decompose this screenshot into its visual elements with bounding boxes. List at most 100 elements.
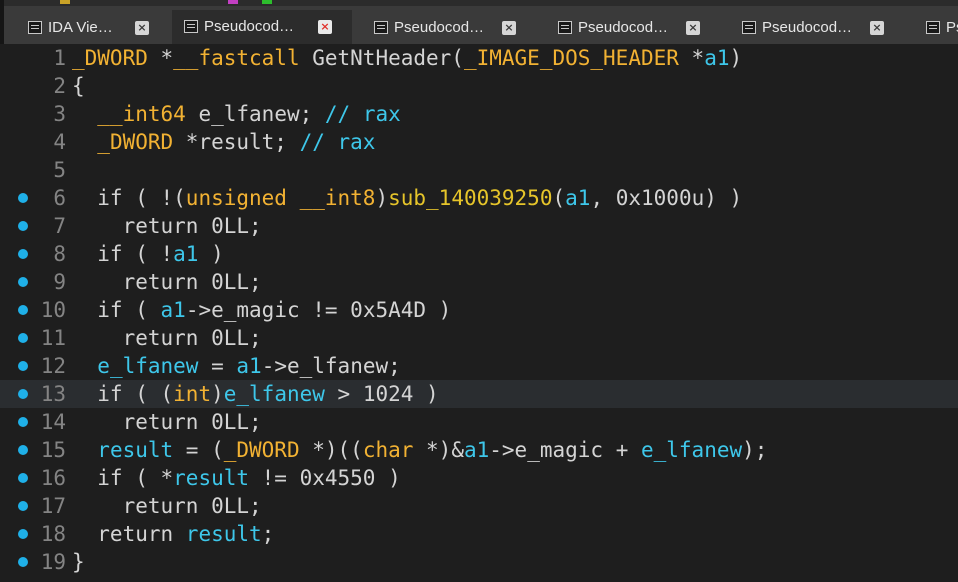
code-token: > 1024 ): [324, 382, 439, 406]
code-line[interactable]: 14 return 0LL;: [0, 408, 958, 436]
code-token: *result;: [173, 130, 300, 154]
line-number: 18: [40, 522, 66, 546]
code-token: , 0x1000u) ): [590, 186, 743, 210]
close-icon[interactable]: ×: [318, 20, 332, 34]
code-token: =: [198, 354, 237, 378]
code-text[interactable]: if ( a1->e_magic != 0x5A4D ): [72, 296, 451, 324]
breakpoint-dot-icon[interactable]: [18, 305, 28, 315]
code-line[interactable]: 5: [0, 156, 958, 184]
code-line[interactable]: 13 if ( (int)e_lfanew > 1024 ): [0, 380, 958, 408]
code-line[interactable]: 4 _DWORD *result; // rax: [0, 128, 958, 156]
code-text[interactable]: }: [72, 548, 85, 576]
code-text[interactable]: {: [72, 72, 85, 100]
breakpoint-dot-icon[interactable]: [18, 249, 28, 259]
code-token: if ( !: [72, 242, 174, 266]
code-token: result: [97, 438, 174, 462]
code-token: GetNtHeader(: [299, 46, 464, 70]
line-number: 8: [53, 242, 66, 266]
breakpoint-dot-icon[interactable]: [18, 333, 28, 343]
line-number: 5: [53, 158, 66, 182]
breakpoint-dot-icon[interactable]: [18, 473, 28, 483]
code-token: );: [742, 438, 768, 462]
code-line[interactable]: 8 if ( !a1 ): [0, 240, 958, 268]
tab-pseudocode-partial[interactable]: Ps: [914, 12, 958, 44]
code-token: a1: [565, 186, 591, 210]
code-line[interactable]: 6 if ( !(unsigned __int8)sub_140039250(a…: [0, 184, 958, 212]
code-text[interactable]: if ( !(unsigned __int8)sub_140039250(a1,…: [72, 184, 742, 212]
code-text[interactable]: return 0LL;: [72, 268, 262, 296]
code-line[interactable]: 2{: [0, 72, 958, 100]
tab-label: IDA Vie…: [48, 19, 113, 36]
pseudocode-editor[interactable]: 1 _DWORD *__fastcall GetNtHeader(_IMAGE_D…: [0, 44, 958, 582]
line-number: 13: [40, 382, 66, 406]
tab-pseudocode[interactable]: Pseudocod… ×: [362, 12, 532, 44]
line-number: 2: [53, 74, 66, 98]
breakpoint-dot-icon[interactable]: [18, 389, 28, 399]
tab-pseudocode-active[interactable]: Pseudocod… ×: [172, 10, 352, 44]
code-text[interactable]: result = (_DWORD *)((char *)&a1->e_magic…: [72, 436, 767, 464]
code-token: *: [147, 46, 174, 70]
code-token: // rax: [299, 130, 376, 154]
tab-pseudocode[interactable]: Pseudocod… ×: [730, 12, 900, 44]
code-text[interactable]: return 0LL;: [72, 492, 262, 520]
code-line[interactable]: 3 __int64 e_lfanew; // rax: [0, 100, 958, 128]
code-token: return 0LL;: [72, 410, 262, 434]
code-token: __fastcall: [173, 46, 300, 70]
code-text[interactable]: _DWORD *__fastcall GetNtHeader(_IMAGE_DO…: [72, 44, 742, 72]
code-line[interactable]: 1 _DWORD *__fastcall GetNtHeader(_IMAGE_D…: [0, 44, 958, 72]
code-token: ): [211, 382, 224, 406]
code-token: ->e_magic +: [489, 438, 641, 462]
code-line[interactable]: 10 if ( a1->e_magic != 0x5A4D ): [0, 296, 958, 324]
code-token: e_lfanew: [223, 382, 325, 406]
code-line[interactable]: 7 return 0LL;: [0, 212, 958, 240]
code-text[interactable]: return 0LL;: [72, 324, 262, 352]
breakpoint-dot-icon[interactable]: [18, 221, 28, 231]
code-text[interactable]: e_lfanew = a1->e_lfanew;: [72, 352, 400, 380]
code-text[interactable]: __int64 e_lfanew; // rax: [72, 100, 400, 128]
code-token: if ( *: [72, 466, 174, 490]
code-line[interactable]: 11 return 0LL;: [0, 324, 958, 352]
code-text[interactable]: return result;: [72, 520, 274, 548]
tab-ida-view[interactable]: IDA Vie… ×: [16, 12, 156, 44]
breakpoint-dot-icon[interactable]: [18, 417, 28, 427]
code-text[interactable]: return 0LL;: [72, 408, 262, 436]
close-icon[interactable]: ×: [686, 21, 700, 35]
breakpoint-dot-icon[interactable]: [18, 529, 28, 539]
line-number: 9: [53, 270, 66, 294]
breakpoint-dot-icon[interactable]: [18, 193, 28, 203]
breakpoint-dot-icon[interactable]: [18, 361, 28, 371]
breakpoint-dot-icon[interactable]: [18, 557, 28, 567]
breakpoint-dot-icon[interactable]: [18, 277, 28, 287]
tab-pseudocode[interactable]: Pseudocod… ×: [546, 12, 716, 44]
code-token: e_lfanew: [640, 438, 743, 462]
code-line[interactable]: 12 e_lfanew = a1->e_lfanew;: [0, 352, 958, 380]
code-token: _DWORD: [72, 46, 148, 70]
code-token: = (: [173, 438, 224, 462]
close-icon[interactable]: ×: [135, 21, 149, 35]
close-icon[interactable]: ×: [870, 21, 884, 35]
code-token: return 0LL;: [72, 270, 262, 294]
code-text[interactable]: if ( (int)e_lfanew > 1024 ): [72, 380, 439, 408]
code-token: _DWORD: [223, 438, 300, 462]
code-token: e_lfanew: [97, 354, 199, 378]
code-line[interactable]: 17 return 0LL;: [0, 492, 958, 520]
code-text[interactable]: if ( !a1 ): [72, 240, 223, 268]
code-token: int: [173, 382, 212, 406]
code-line[interactable]: 18 return result;: [0, 520, 958, 548]
line-number: 14: [40, 410, 66, 434]
code-text[interactable]: if ( *result != 0x4550 ): [72, 464, 400, 492]
close-icon[interactable]: ×: [502, 21, 516, 35]
code-line[interactable]: 15 result = (_DWORD *)((char *)&a1->e_ma…: [0, 436, 958, 464]
code-line[interactable]: 19}: [0, 548, 958, 576]
code-line[interactable]: 16 if ( *result != 0x4550 ): [0, 464, 958, 492]
breakpoint-dot-icon[interactable]: [18, 445, 28, 455]
code-line[interactable]: 9 return 0LL;: [0, 268, 958, 296]
code-token: return 0LL;: [72, 214, 262, 238]
code-token: *)((: [299, 438, 363, 462]
code-token: a1: [236, 354, 262, 378]
breakpoint-dot-icon[interactable]: [18, 501, 28, 511]
code-text[interactable]: return 0LL;: [72, 212, 262, 240]
code-text[interactable]: _DWORD *result; // rax: [72, 128, 375, 156]
code-token: }: [72, 550, 85, 574]
